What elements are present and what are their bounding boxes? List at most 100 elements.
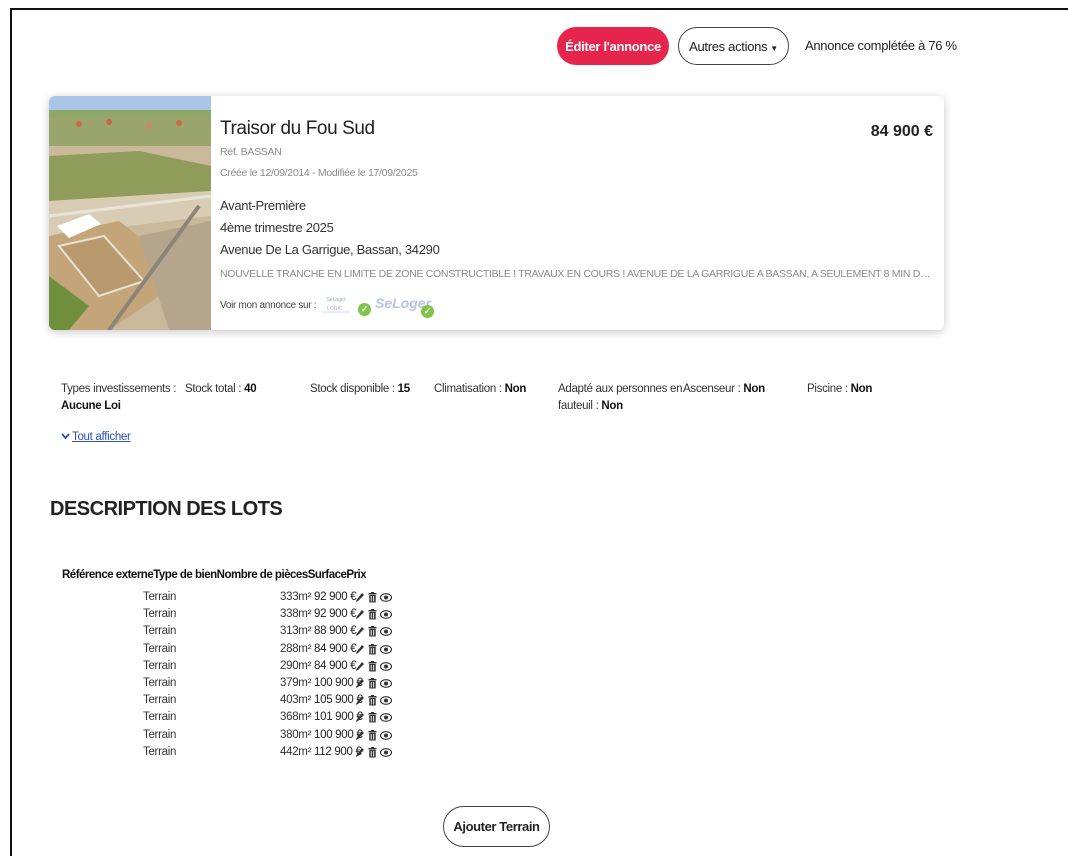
edit-pencil-icon[interactable] [355, 747, 365, 758]
lot-price: 88 900 € [314, 625, 357, 638]
listing-card[interactable]: Traisor du Fou Sud 84 900 € Réf. BASSAN … [49, 96, 944, 330]
lot-type: Terrain [143, 608, 177, 621]
table-row: Terrain 288m² 84 900 € [0, 643, 420, 661]
eye-icon[interactable] [380, 592, 392, 603]
edit-pencil-icon[interactable] [355, 730, 365, 741]
feature-wheelchair-value: Non [601, 400, 623, 412]
feature-stock-total: Stock total : 40 [185, 381, 257, 398]
feature-stock-total-value: 40 [244, 383, 257, 395]
lot-surface: 338m² [280, 608, 312, 621]
more-actions-button[interactable]: Autres actions ▼ [678, 27, 789, 65]
eye-icon[interactable] [380, 678, 392, 689]
feature-elevator-label: Ascenseur : [683, 383, 741, 395]
lots-table-header: Référence externeType de bienNombre de p… [62, 569, 367, 581]
feature-wheelchair: Adapté aux personnes en fauteuil : Non [558, 381, 682, 415]
eye-icon[interactable] [380, 695, 392, 706]
eye-icon[interactable] [380, 609, 392, 620]
lot-price: 84 900 € [314, 659, 357, 672]
lot-price: 84 900 € [314, 642, 357, 655]
feature-ac-value: Non [504, 383, 527, 395]
lot-surface: 368m² [280, 711, 312, 724]
feature-investment-value: Aucune Loi [61, 400, 121, 412]
check-icon: ✓ [358, 303, 371, 316]
listing-photo[interactable] [49, 96, 211, 330]
edit-pencil-icon[interactable] [355, 626, 365, 637]
edit-pencil-icon[interactable] [355, 695, 365, 706]
chevron-down-icon: ▼ [770, 43, 778, 53]
eye-icon[interactable] [380, 747, 392, 758]
more-actions-label: Autres actions [689, 38, 768, 54]
table-row: Terrain 403m² 105 900 € [0, 694, 420, 712]
edit-listing-button[interactable]: Éditer l'annonce [557, 27, 669, 65]
trash-icon[interactable] [368, 746, 377, 758]
lot-type: Terrain [143, 591, 177, 603]
listing-title[interactable]: Traisor du Fou Sud [220, 118, 375, 140]
eye-icon[interactable] [380, 661, 392, 672]
lot-type: Terrain [143, 677, 177, 689]
lot-actions [355, 695, 395, 709]
edit-pencil-icon[interactable] [355, 712, 365, 723]
lot-actions [355, 609, 395, 623]
table-row: Terrain 380m² 100 900 € [0, 729, 420, 747]
feature-stock-available: Stock disponible : 15 [310, 381, 410, 398]
lot-actions [355, 678, 395, 692]
lot-type: Terrain [143, 694, 177, 707]
lot-type: Terrain [143, 625, 177, 638]
seloger-logo-icon[interactable]: SeLoger LOGIC [319, 293, 353, 315]
lot-type: Terrain [143, 728, 177, 741]
lot-surface: 442m² [280, 745, 312, 758]
chevron-down-icon [61, 433, 70, 440]
table-row: Terrain 442m² 112 900 € [0, 746, 420, 764]
trash-icon[interactable] [368, 695, 377, 706]
eye-icon[interactable] [380, 712, 392, 723]
lot-actions [355, 660, 395, 675]
trash-icon[interactable] [368, 643, 377, 655]
edit-pencil-icon[interactable] [355, 592, 365, 603]
lot-actions [355, 643, 395, 658]
feature-investment-label: Types investissements : [61, 383, 177, 395]
show-all-link[interactable]: Tout afficher [61, 431, 131, 443]
lot-type: Terrain [143, 659, 177, 672]
edit-pencil-icon[interactable] [355, 661, 365, 672]
add-lot-button[interactable]: Ajouter Terrain [443, 806, 550, 847]
completion-status: Annonce complétée à 76 % [805, 38, 957, 53]
listing-address: Avenue De La Garrigue, Bassan, 34290 [220, 242, 440, 257]
eye-icon[interactable] [380, 644, 392, 655]
listing-details: Traisor du Fou Sud 84 900 € Réf. BASSAN … [220, 96, 944, 330]
trash-icon[interactable] [368, 626, 377, 637]
svg-text:LOGIC: LOGIC [327, 306, 343, 312]
table-row: Terrain 333m² 92 900 € [0, 591, 420, 609]
trash-icon[interactable] [368, 729, 377, 741]
lot-surface: 288m² [280, 642, 312, 655]
feature-pool-label: Piscine : [807, 383, 848, 395]
feature-stock-available-label: Stock disponible : [310, 383, 395, 395]
lot-price: 92 900 € [314, 608, 357, 621]
feature-elevator: Ascenseur : Non [683, 381, 765, 398]
lot-surface: 290m² [280, 659, 312, 672]
eye-icon[interactable] [380, 730, 392, 741]
edit-pencil-icon[interactable] [355, 678, 365, 689]
lot-price: 92 900 € [314, 591, 357, 603]
feature-stock-total-label: Stock total : [185, 383, 242, 395]
table-row: Terrain 290m² 84 900 € [0, 660, 420, 678]
lot-type: Terrain [143, 711, 177, 724]
trash-icon[interactable] [368, 712, 377, 723]
lot-surface: 333m² [280, 591, 312, 603]
trash-icon[interactable] [368, 592, 377, 603]
trash-icon[interactable] [368, 660, 377, 672]
trash-icon[interactable] [368, 609, 377, 620]
table-row: Terrain 368m² 101 900 € [0, 711, 420, 729]
feature-stock-available-value: 15 [397, 383, 411, 395]
lot-actions [355, 712, 395, 726]
lot-actions [355, 592, 395, 606]
feature-elevator-value: Non [743, 383, 765, 395]
svg-text:SeLoger: SeLoger [327, 297, 346, 303]
feature-ac-label: Climatisation : [434, 383, 502, 395]
lots-section-title: DESCRIPTION DES LOTS [50, 498, 283, 520]
trash-icon[interactable] [368, 678, 377, 689]
lot-surface: 380m² [280, 728, 312, 741]
show-all-label: Tout afficher [72, 431, 131, 443]
eye-icon[interactable] [380, 626, 392, 637]
edit-pencil-icon[interactable] [355, 609, 365, 620]
edit-pencil-icon[interactable] [355, 644, 365, 655]
